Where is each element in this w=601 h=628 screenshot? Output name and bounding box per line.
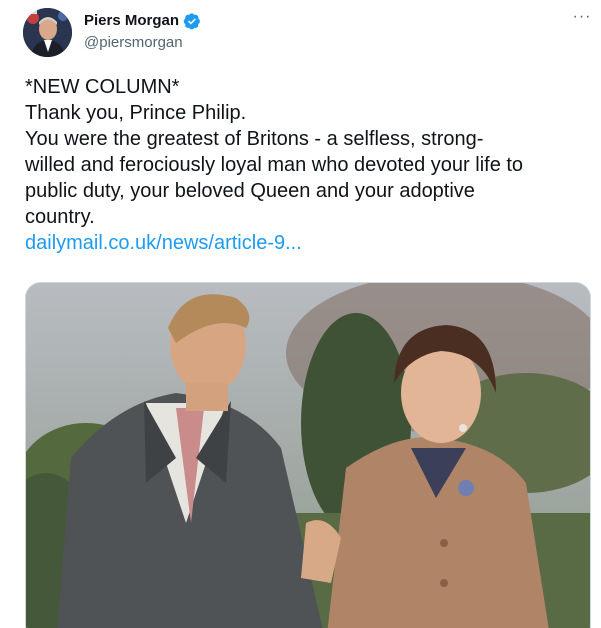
more-options-button[interactable]: ···	[570, 8, 594, 30]
tweet-line: You were the greatest of Britons - a sel…	[25, 128, 484, 150]
tweet-text: *NEW COLUMN* Thank you, Prince Philip. Y…	[25, 74, 591, 256]
author-avatar[interactable]	[23, 8, 72, 57]
tweet-photo[interactable]	[25, 282, 591, 628]
tweet-line: *NEW COLUMN*	[25, 76, 180, 98]
more-horizontal-icon: ···	[572, 8, 592, 25]
tweet-line: willed and ferociously loyal man who dev…	[25, 154, 524, 176]
tweet-line: Thank you, Prince Philip.	[25, 102, 247, 124]
author-name-text[interactable]: Piers Morgan	[84, 11, 179, 31]
author-handle[interactable]: @piersmorgan	[84, 33, 183, 53]
verified-badge-icon	[183, 12, 201, 30]
tweet-line: public duty, your beloved Queen and your…	[25, 180, 475, 202]
tweet: Piers Morgan @piersmorgan ··· *NEW COLUM…	[0, 0, 601, 628]
article-link[interactable]: dailymail.co.uk/news/article-9...	[25, 232, 302, 254]
author-name[interactable]: Piers Morgan	[84, 11, 201, 31]
tweet-line: country.	[25, 206, 95, 228]
